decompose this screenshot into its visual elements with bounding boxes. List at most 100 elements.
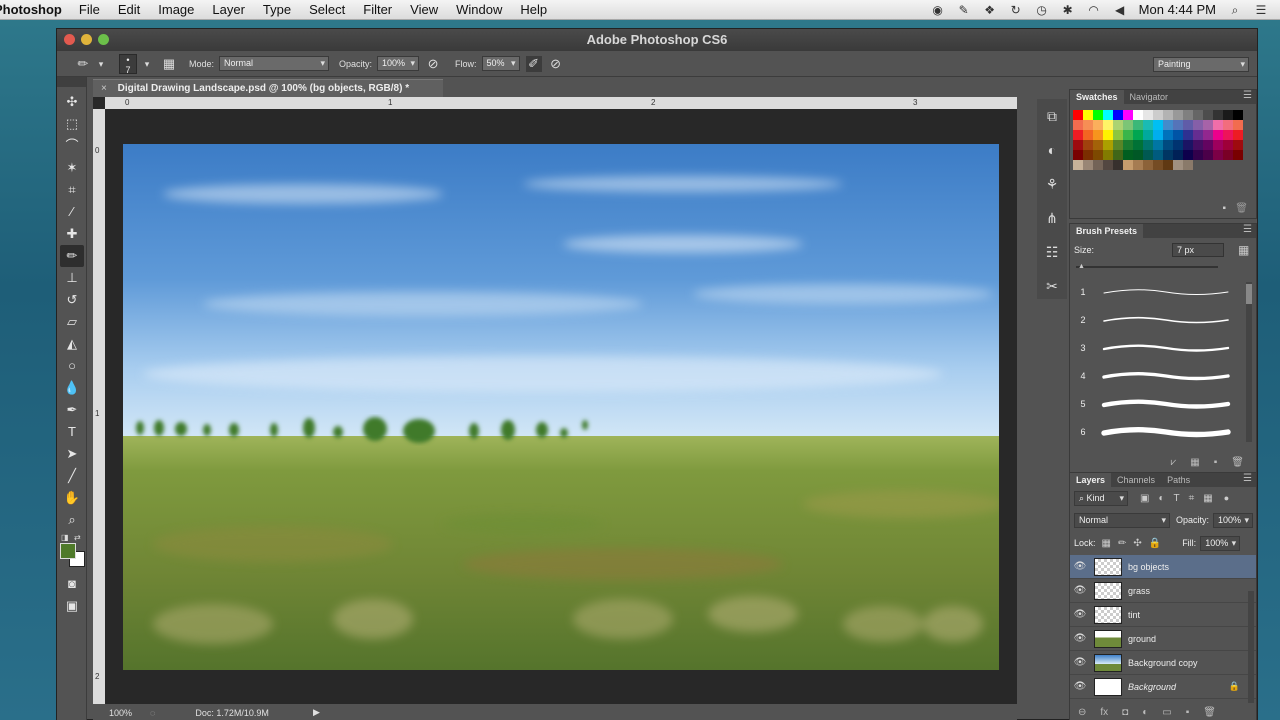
type-tool-icon[interactable]: T: [60, 421, 84, 443]
layers-panel-menu-icon[interactable]: ☰: [1243, 473, 1252, 484]
menu-window[interactable]: Window: [447, 2, 511, 17]
pen-tool-icon[interactable]: ✒: [60, 399, 84, 421]
brush-preset-item[interactable]: 5: [1070, 390, 1256, 418]
tool-preset-dropdown-icon[interactable]: ▾: [97, 56, 105, 72]
menu-help[interactable]: Help: [511, 2, 556, 17]
swatch[interactable]: [1163, 160, 1173, 170]
swatch[interactable]: [1123, 160, 1133, 170]
swatch[interactable]: [1143, 160, 1153, 170]
healing-brush-tool-icon[interactable]: ✚: [60, 223, 84, 245]
brush-picker-dropdown-icon[interactable]: ▾: [143, 56, 151, 72]
swap-colors-icon[interactable]: ⇄: [74, 533, 81, 542]
evernote-icon[interactable]: ✎: [957, 3, 971, 17]
minimize-window-button[interactable]: [81, 34, 92, 45]
time-machine-icon[interactable]: ◷: [1035, 3, 1049, 17]
pressure-opacity-icon[interactable]: ⊘: [425, 56, 441, 72]
layer-visibility-eye-icon[interactable]: 👁: [1070, 585, 1090, 596]
swatch[interactable]: [1183, 130, 1193, 140]
notification-center-icon[interactable]: ☰: [1254, 3, 1268, 17]
layer-visibility-eye-icon[interactable]: 👁: [1070, 633, 1090, 644]
swatch[interactable]: [1163, 150, 1173, 160]
brush-preset-item[interactable]: 1: [1070, 278, 1256, 306]
swatch[interactable]: [1113, 120, 1123, 130]
delete-swatch-icon[interactable]: 🗑: [1235, 203, 1248, 214]
swatch[interactable]: [1093, 150, 1103, 160]
swatch[interactable]: [1173, 110, 1183, 120]
delete-layer-icon[interactable]: 🗑: [1203, 707, 1216, 718]
swatch[interactable]: [1213, 120, 1223, 130]
layer-row[interactable]: 👁 Background copy: [1070, 651, 1256, 675]
menu-filter[interactable]: Filter: [354, 2, 401, 17]
foreground-color-swatch[interactable]: [60, 543, 76, 559]
swatch[interactable]: [1133, 150, 1143, 160]
layer-opacity-field[interactable]: 100%: [1213, 512, 1254, 528]
menu-image[interactable]: Image: [149, 2, 203, 17]
swatch[interactable]: [1213, 140, 1223, 150]
filter-toggle-icon[interactable]: ●: [1224, 493, 1229, 503]
layer-blend-mode[interactable]: Normal: [1074, 512, 1170, 528]
menu-view[interactable]: View: [401, 2, 447, 17]
brush-panel-icon[interactable]: ⋔: [1041, 207, 1063, 229]
swatch[interactable]: [1193, 130, 1203, 140]
fill-field[interactable]: 100%: [1200, 535, 1241, 551]
swatch[interactable]: [1133, 110, 1143, 120]
paint-bucket-tool-icon[interactable]: ◭: [60, 333, 84, 355]
eraser-tool-icon[interactable]: ▱: [60, 311, 84, 333]
adjustments-panel-icon[interactable]: ☷: [1041, 241, 1063, 263]
swatch[interactable]: [1083, 160, 1093, 170]
swatch[interactable]: [1093, 160, 1103, 170]
swatch[interactable]: [1103, 110, 1113, 120]
brush-tool-icon-active[interactable]: ✏: [60, 245, 84, 267]
swatch[interactable]: [1193, 150, 1203, 160]
maximize-window-button[interactable]: [98, 34, 109, 45]
tab-layers[interactable]: Layers: [1070, 473, 1112, 487]
swatch[interactable]: [1143, 130, 1153, 140]
status-menu-arrow-icon[interactable]: ▶: [313, 707, 320, 718]
zoom-level[interactable]: 100%: [109, 708, 132, 718]
swatch[interactable]: [1093, 130, 1103, 140]
swatch[interactable]: [1103, 120, 1113, 130]
mode-select[interactable]: Normal: [219, 56, 330, 71]
menu-select[interactable]: Select: [300, 2, 354, 17]
menu-type[interactable]: Type: [254, 2, 300, 17]
move-tool-icon[interactable]: ✣: [60, 91, 84, 113]
clone-stamp-tool-icon[interactable]: ⊥: [60, 267, 84, 289]
swatch[interactable]: [1233, 130, 1243, 140]
magic-wand-tool-icon[interactable]: ✶: [60, 157, 84, 179]
swatch[interactable]: [1093, 110, 1103, 120]
default-colors-icon[interactable]: ◨: [61, 533, 69, 542]
blur-tool-icon[interactable]: 💧: [60, 377, 84, 399]
swatch[interactable]: [1163, 130, 1173, 140]
swatch[interactable]: [1073, 110, 1083, 120]
lock-icons[interactable]: ▦✏✣🔒: [1102, 538, 1169, 549]
swatch[interactable]: [1223, 110, 1233, 120]
swatch[interactable]: [1113, 110, 1123, 120]
swatch[interactable]: [1163, 110, 1173, 120]
brush-preset-item[interactable]: 6: [1070, 418, 1256, 446]
crop-tool-icon[interactable]: ⌗: [60, 179, 84, 201]
record-icon[interactable]: ◉: [931, 3, 945, 17]
swatch[interactable]: [1093, 140, 1103, 150]
swatch[interactable]: [1183, 120, 1193, 130]
swatch[interactable]: [1213, 150, 1223, 160]
marquee-tool-icon[interactable]: ⬚: [60, 113, 84, 135]
document-tab[interactable]: × Digital Drawing Landscape.psd @ 100% (…: [93, 79, 443, 97]
layer-visibility-eye-icon[interactable]: 👁: [1070, 657, 1090, 668]
layer-visibility-eye-icon[interactable]: 👁: [1070, 561, 1090, 572]
swatch[interactable]: [1223, 120, 1233, 130]
swatch[interactable]: [1173, 130, 1183, 140]
tab-paths[interactable]: Paths: [1161, 473, 1196, 487]
swatch[interactable]: [1173, 160, 1183, 170]
brush-preset-item[interactable]: 3: [1070, 334, 1256, 362]
swatch[interactable]: [1133, 130, 1143, 140]
swatch[interactable]: [1143, 120, 1153, 130]
swatch[interactable]: [1173, 140, 1183, 150]
swatch[interactable]: [1203, 120, 1213, 130]
swatch[interactable]: [1153, 130, 1163, 140]
brush-preset-item[interactable]: 2: [1070, 306, 1256, 334]
layer-filter-kind[interactable]: ⌕ Kind: [1074, 490, 1128, 506]
swatch[interactable]: [1103, 150, 1113, 160]
swatch[interactable]: [1233, 150, 1243, 160]
pressure-size-icon[interactable]: ⊘: [548, 56, 564, 72]
brush-size-field[interactable]: 7 px: [1172, 243, 1225, 257]
